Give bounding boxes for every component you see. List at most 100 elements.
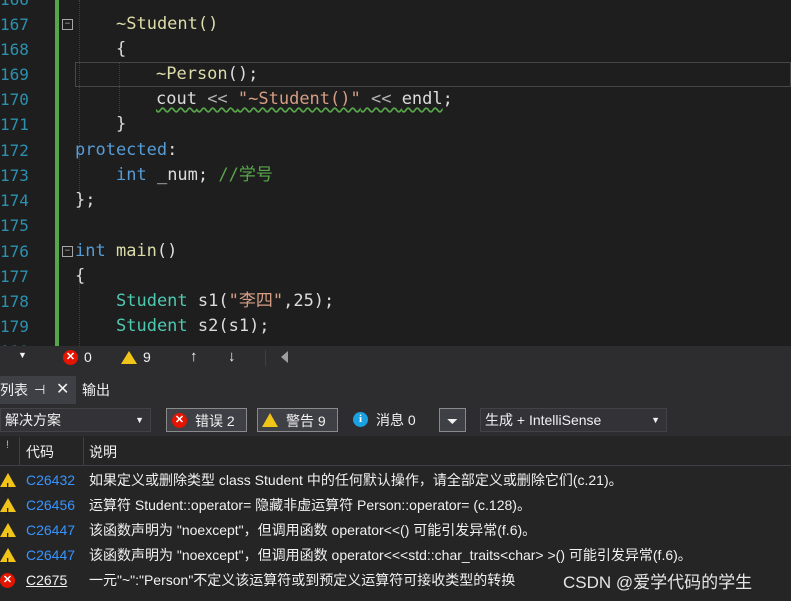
button-label: 错误 2 bbox=[195, 413, 235, 429]
code-editor[interactable]: 166 167 168 169 170 171 172 173 174 175 … bbox=[0, 0, 791, 346]
code-token: "~Student()" bbox=[237, 89, 361, 109]
code-token: { bbox=[116, 39, 127, 59]
warning-icon bbox=[0, 498, 16, 518]
error-count[interactable]: 0 bbox=[84, 349, 92, 365]
button-label: 消息 0 bbox=[376, 412, 416, 428]
dropdown-value: 解决方案 bbox=[5, 412, 61, 428]
column-header-description[interactable]: 说明 bbox=[89, 442, 117, 462]
panel-tab-bar: 列表 ⊣ ✕ 输出 bbox=[0, 370, 791, 404]
line-number: 177 bbox=[0, 267, 29, 286]
column-header-code[interactable]: 代码 bbox=[26, 442, 54, 462]
watermark: CSDN @爱学代码的学生 bbox=[563, 573, 753, 592]
error-description: 运算符 Student::operator= 隐藏非虚运算符 Person::o… bbox=[89, 497, 531, 513]
scroll-left-icon[interactable] bbox=[281, 351, 288, 363]
line-number: 175 bbox=[0, 216, 29, 235]
table-row[interactable]: C26447 该函数声明为 "noexcept"，但调用函数 operator<… bbox=[0, 518, 791, 543]
error-code-link[interactable]: C26447 bbox=[26, 543, 75, 568]
errors-filter-button[interactable]: ✕ 错误 2 bbox=[166, 408, 247, 432]
error-description: 该函数声明为 "noexcept"，但调用函数 operator<<<std::… bbox=[89, 547, 692, 563]
scope-dropdown[interactable]: 解决方案 ▼ bbox=[0, 408, 151, 432]
line-number: 173 bbox=[0, 166, 29, 185]
table-row[interactable]: C26432 如果定义或删除类型 class Student 中的任何默认操作，… bbox=[0, 468, 791, 493]
code-line-179: Student s2(s1); bbox=[116, 314, 270, 339]
sort-icon[interactable]: ! bbox=[6, 439, 9, 451]
warning-count[interactable]: 9 bbox=[143, 349, 151, 365]
code-line-172: protected: bbox=[75, 138, 177, 163]
line-number: 170 bbox=[0, 90, 29, 109]
error-code-link[interactable]: C26432 bbox=[26, 468, 75, 493]
divider bbox=[265, 350, 266, 366]
error-icon: ✕ bbox=[172, 413, 187, 428]
code-line-177: { bbox=[75, 264, 85, 289]
code-token: ~Student() bbox=[116, 14, 219, 34]
code-line-169: ~Person(); bbox=[156, 62, 258, 87]
error-icon: ✕ bbox=[0, 573, 15, 588]
tab-error-list[interactable]: 列表 ⊣ ✕ bbox=[0, 376, 76, 404]
code-line-168: { bbox=[116, 37, 126, 62]
divider bbox=[19, 437, 20, 465]
line-number: 171 bbox=[0, 115, 29, 134]
change-tracking-bar bbox=[55, 0, 59, 346]
code-token: s1( bbox=[187, 291, 229, 311]
chevron-down-icon: ▼ bbox=[651, 415, 660, 425]
zoom-dropdown-icon[interactable]: ▼ bbox=[18, 350, 27, 360]
code-token: ; bbox=[442, 89, 453, 109]
error-code-link[interactable]: C26447 bbox=[26, 518, 75, 543]
arrow-up-icon[interactable]: ↑ bbox=[190, 348, 198, 365]
error-description: 该函数声明为 "noexcept"，但调用函数 operator<<() 可能引… bbox=[89, 522, 537, 538]
code-token-squiggle: cout << "~Student()" << endl bbox=[156, 89, 443, 109]
messages-filter-button[interactable]: i 消息 0 bbox=[348, 408, 428, 432]
line-number: 168 bbox=[0, 40, 29, 59]
close-icon[interactable]: ✕ bbox=[56, 378, 69, 402]
code-line-171: } bbox=[116, 112, 126, 137]
chevron-down-icon: ▼ bbox=[135, 415, 144, 425]
code-token: Student bbox=[116, 291, 188, 311]
code-token: cout bbox=[156, 89, 197, 109]
line-number: 169 bbox=[0, 65, 29, 84]
tab-output[interactable]: 输出 bbox=[76, 376, 142, 404]
error-list-header: ! 代码 说明 bbox=[0, 437, 791, 466]
table-row[interactable]: C26447 该函数声明为 "noexcept"，但调用函数 operator<… bbox=[0, 543, 791, 568]
code-token: _num; bbox=[146, 165, 219, 185]
error-list-toolbar: 解决方案 ▼ ✕ 错误 2 警告 9 i 消息 0 ⏷ 生成 + Intelli… bbox=[0, 404, 791, 436]
editor-status-bar: ▼ ✕ 0 9 ↑ ↓ bbox=[0, 346, 791, 370]
code-line-170: cout << "~Student()" << endl; bbox=[156, 87, 453, 112]
filter-icon: ⏷ bbox=[446, 413, 459, 429]
error-code-link[interactable]: C26456 bbox=[26, 493, 75, 518]
code-token: //学号 bbox=[218, 165, 273, 185]
button-label: 警告 9 bbox=[286, 413, 326, 429]
code-token: ,25); bbox=[283, 291, 335, 311]
code-token: s2(s1); bbox=[187, 316, 270, 336]
table-row[interactable]: C26456 运算符 Student::operator= 隐藏非虚运算符 Pe… bbox=[0, 493, 791, 518]
warning-icon bbox=[262, 413, 278, 427]
dropdown-value: 生成 + IntelliSense bbox=[485, 412, 602, 428]
code-token: () bbox=[156, 241, 178, 261]
build-source-dropdown[interactable]: 生成 + IntelliSense ▼ bbox=[480, 408, 667, 432]
warnings-filter-button[interactable]: 警告 9 bbox=[257, 408, 338, 432]
code-token: (); bbox=[227, 64, 259, 84]
warning-icon bbox=[121, 351, 137, 364]
code-token: Student bbox=[116, 316, 188, 336]
error-icon: ✕ bbox=[63, 350, 78, 365]
line-number: 178 bbox=[0, 292, 29, 311]
line-number: 167 bbox=[0, 15, 29, 34]
code-line-178: Student s1("李四",25); bbox=[116, 289, 334, 314]
code-line-174: }; bbox=[75, 188, 95, 213]
code-token: int bbox=[75, 241, 106, 261]
code-token: }; bbox=[75, 190, 96, 210]
code-token: : bbox=[167, 140, 178, 160]
tab-label: 输出 bbox=[82, 382, 110, 398]
divider bbox=[83, 437, 84, 465]
code-token: } bbox=[116, 114, 127, 134]
info-icon: i bbox=[353, 412, 368, 427]
collapse-icon[interactable]: − bbox=[62, 19, 73, 30]
line-number: 179 bbox=[0, 317, 29, 336]
code-token: int bbox=[116, 165, 147, 185]
filter-button[interactable]: ⏷ bbox=[439, 408, 466, 432]
code-token: { bbox=[75, 266, 86, 286]
arrow-down-icon[interactable]: ↓ bbox=[228, 348, 236, 365]
code-token: ~Person bbox=[156, 64, 228, 84]
error-code-link[interactable]: C2675 bbox=[26, 568, 67, 593]
pin-icon[interactable]: ⊣ bbox=[34, 378, 45, 402]
collapse-icon[interactable]: − bbox=[62, 246, 73, 257]
